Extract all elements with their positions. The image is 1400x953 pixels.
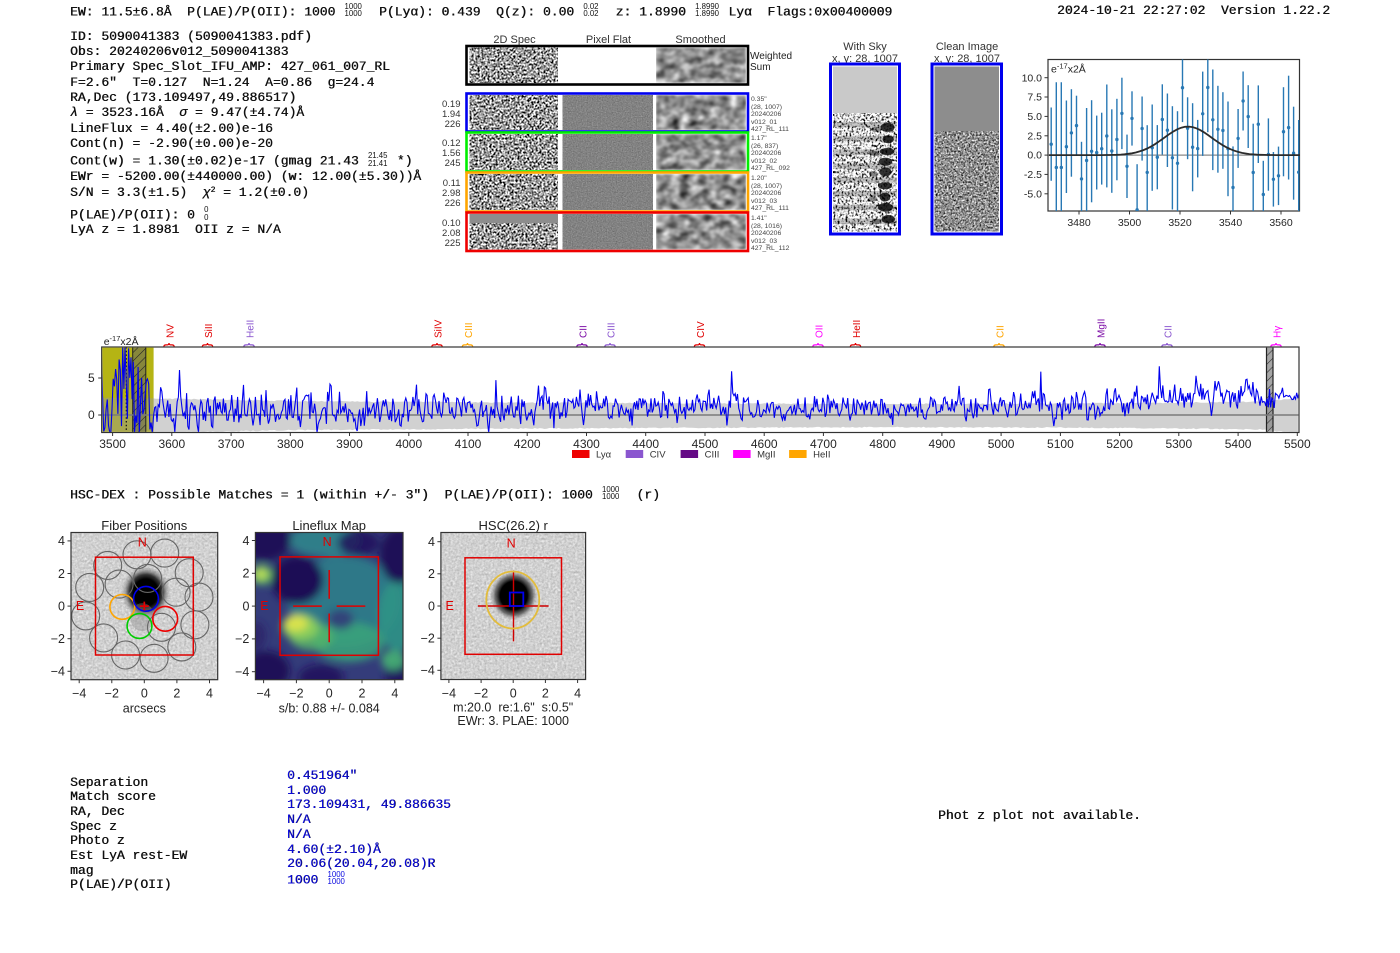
- svg-text:−4: −4: [235, 665, 249, 679]
- svg-text:E: E: [76, 599, 84, 613]
- svg-text:N: N: [507, 536, 516, 550]
- svg-text:CIII: CIII: [607, 322, 618, 338]
- svg-text:5000: 5000: [988, 437, 1015, 451]
- svg-text:5.0: 5.0: [1027, 111, 1042, 123]
- svg-text:arcsecs: arcsecs: [123, 701, 166, 715]
- svg-text:3560: 3560: [1269, 217, 1293, 229]
- svg-text:2.5: 2.5: [1027, 130, 1042, 142]
- svg-text:4: 4: [206, 687, 213, 701]
- svg-text:−2: −2: [105, 687, 119, 701]
- svg-text:2: 2: [242, 567, 249, 581]
- svg-text:3540: 3540: [1219, 217, 1243, 229]
- svg-text:0.0: 0.0: [1027, 150, 1042, 162]
- svg-text:5100: 5100: [1047, 437, 1074, 451]
- svg-text:0: 0: [428, 599, 435, 613]
- svg-text:4100: 4100: [455, 437, 482, 451]
- svg-text:e-17x2Å: e-17x2Å: [1051, 62, 1086, 76]
- svg-text:3520: 3520: [1168, 217, 1192, 229]
- svg-text:E: E: [446, 599, 454, 613]
- svg-text:4800: 4800: [869, 437, 896, 451]
- svg-text:3600: 3600: [158, 437, 185, 451]
- svg-text:Lineflux Map: Lineflux Map: [292, 518, 366, 533]
- svg-text:CIV: CIV: [650, 450, 667, 461]
- svg-text:SiIV: SiIV: [434, 319, 445, 338]
- svg-text:7.5: 7.5: [1027, 92, 1042, 104]
- svg-text:−2: −2: [289, 687, 303, 701]
- svg-text:N: N: [138, 536, 147, 550]
- svg-text:5200: 5200: [1106, 437, 1133, 451]
- svg-text:4: 4: [391, 687, 398, 701]
- svg-text:0: 0: [58, 599, 65, 613]
- svg-text:SiII: SiII: [204, 324, 215, 338]
- svg-text:s/b: 0.88 +/- 0.084: s/b: 0.88 +/- 0.084: [279, 701, 380, 715]
- svg-text:0: 0: [242, 599, 249, 613]
- svg-text:−2: −2: [51, 632, 65, 646]
- svg-text:4: 4: [242, 534, 249, 548]
- svg-text:3900: 3900: [336, 437, 363, 451]
- svg-text:CII: CII: [996, 325, 1007, 338]
- svg-text:2: 2: [428, 567, 435, 581]
- svg-text:−2: −2: [474, 687, 488, 701]
- svg-text:Fiber Positions: Fiber Positions: [101, 518, 187, 533]
- svg-text:5400: 5400: [1225, 437, 1252, 451]
- svg-text:3800: 3800: [277, 437, 304, 451]
- svg-text:-2.5: -2.5: [1024, 169, 1042, 181]
- svg-text:4: 4: [58, 534, 65, 548]
- svg-text:0: 0: [88, 408, 95, 422]
- svg-text:3500: 3500: [99, 437, 126, 451]
- svg-text:HeII: HeII: [246, 320, 257, 338]
- svg-text:0: 0: [141, 687, 148, 701]
- svg-text:5: 5: [88, 371, 95, 385]
- svg-text:2: 2: [359, 687, 366, 701]
- svg-text:4: 4: [428, 535, 435, 549]
- svg-text:−4: −4: [256, 687, 270, 701]
- svg-text:5500: 5500: [1284, 437, 1311, 451]
- svg-text:−4: −4: [421, 664, 435, 678]
- svg-text:NV: NV: [166, 324, 177, 338]
- svg-text:m:20.0 re:1.6" s:0.5": m:20.0 re:1.6" s:0.5": [453, 701, 573, 715]
- svg-text:2: 2: [173, 687, 180, 701]
- svg-text:5300: 5300: [1165, 437, 1192, 451]
- svg-text:2: 2: [58, 567, 65, 581]
- svg-text:Hγ: Hγ: [1273, 326, 1284, 338]
- svg-text:−4: −4: [51, 665, 65, 679]
- svg-text:3480: 3480: [1067, 217, 1091, 229]
- svg-text:CIII: CIII: [464, 322, 475, 338]
- svg-text:CIII: CIII: [705, 450, 720, 461]
- svg-text:HeII: HeII: [852, 320, 863, 338]
- svg-text:MgII: MgII: [1097, 319, 1108, 338]
- svg-text:4: 4: [574, 687, 581, 701]
- svg-text:MgII: MgII: [757, 450, 775, 461]
- svg-text:3500: 3500: [1118, 217, 1142, 229]
- svg-text:Lyα: Lyα: [596, 450, 612, 461]
- svg-text:-5.0: -5.0: [1024, 188, 1042, 200]
- svg-text:0: 0: [510, 687, 517, 701]
- svg-text:OII: OII: [815, 325, 826, 338]
- svg-text:N: N: [323, 535, 332, 549]
- svg-text:e-17x2Å: e-17x2Å: [104, 334, 139, 348]
- svg-text:4000: 4000: [395, 437, 422, 451]
- svg-text:CII: CII: [1164, 325, 1175, 338]
- svg-text:CII: CII: [579, 325, 590, 338]
- svg-text:4900: 4900: [929, 437, 956, 451]
- svg-text:4200: 4200: [514, 437, 541, 451]
- svg-text:CIV: CIV: [696, 321, 707, 338]
- svg-text:10.0: 10.0: [1022, 72, 1043, 84]
- svg-text:−2: −2: [235, 632, 249, 646]
- svg-text:EWr: 3. PLAE: 1000: EWr: 3. PLAE: 1000: [457, 714, 569, 728]
- svg-text:−2: −2: [421, 632, 435, 646]
- svg-text:−4: −4: [442, 687, 456, 701]
- svg-text:−4: −4: [72, 687, 86, 701]
- svg-text:E: E: [260, 599, 268, 613]
- svg-text:2: 2: [542, 687, 549, 701]
- svg-text:0: 0: [326, 687, 333, 701]
- svg-text:HeII: HeII: [813, 450, 830, 461]
- svg-text:HSC(26.2) r: HSC(26.2) r: [479, 518, 549, 533]
- svg-text:3700: 3700: [218, 437, 245, 451]
